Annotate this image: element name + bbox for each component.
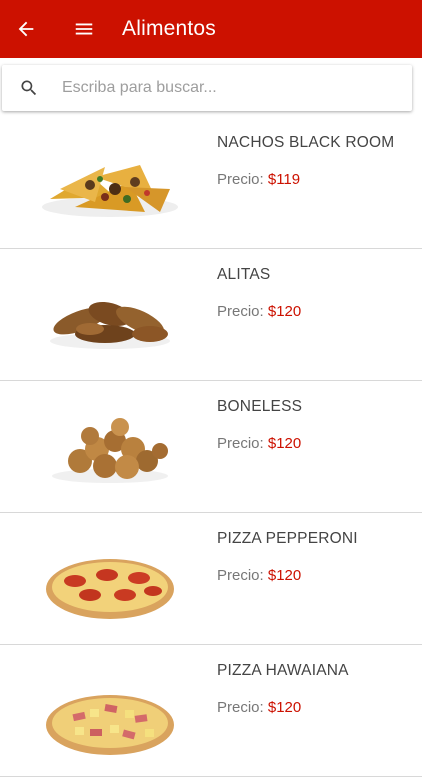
item-name: ALITAS — [217, 266, 271, 283]
search-input[interactable] — [60, 78, 384, 98]
food-list: NACHOS BLACK ROOM Precio: $119 ALITAS Pr… — [0, 117, 422, 777]
price-label: Precio: — [217, 303, 264, 320]
price-value: $119 — [267, 171, 301, 188]
item-price: Precio: $120 — [217, 699, 301, 716]
item-price: Precio: $120 — [217, 567, 301, 584]
list-item[interactable]: ALITAS Precio: $120 — [0, 249, 422, 381]
hawaiian-pizza-image — [46, 695, 174, 755]
item-price: Precio: $120 — [217, 303, 301, 320]
list-item[interactable]: BONELESS Precio: $120 — [0, 381, 422, 513]
list-item[interactable]: PIZZA PEPPERONI Precio: $120 — [0, 513, 422, 645]
item-name: BONELESS — [217, 398, 303, 415]
search-icon — [18, 77, 40, 99]
list-item[interactable]: NACHOS BLACK ROOM Precio: $119 — [0, 117, 422, 249]
page-title: Alimentos — [122, 17, 217, 40]
price-value: $120 — [267, 699, 302, 716]
item-name: PIZZA PEPPERONI — [217, 530, 358, 547]
price-value: $120 — [267, 303, 302, 320]
item-name: PIZZA HAWAIANA — [217, 662, 349, 679]
boneless-chicken-image — [52, 418, 168, 483]
list-item[interactable]: PIZZA HAWAIANA Precio: $120 — [0, 645, 422, 777]
price-label: Precio: — [217, 171, 264, 188]
price-value: $120 — [267, 567, 302, 584]
item-price: Precio: $119 — [217, 171, 300, 188]
item-price: Precio: $120 — [217, 435, 301, 452]
pepperoni-pizza-image — [46, 559, 174, 619]
menu-icon[interactable] — [70, 15, 98, 43]
search-bar — [2, 65, 412, 111]
app-bar: Alimentos — [0, 0, 422, 58]
back-arrow-icon[interactable] — [12, 15, 40, 43]
price-label: Precio: — [217, 435, 264, 452]
price-label: Precio: — [217, 699, 264, 716]
price-label: Precio: — [217, 567, 264, 584]
nachos-image — [42, 165, 178, 217]
chicken-wings-image — [50, 301, 170, 349]
price-value: $120 — [267, 435, 302, 452]
item-name: NACHOS BLACK ROOM — [217, 134, 395, 151]
